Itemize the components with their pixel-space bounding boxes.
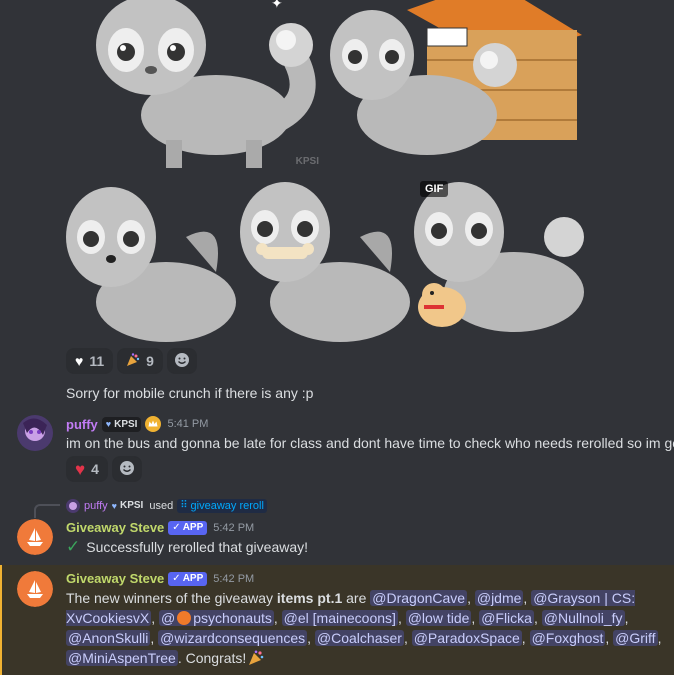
checkmark-icon: ✓ xyxy=(172,573,181,584)
winners-outro: . Congrats! xyxy=(177,650,247,666)
add-reaction-button[interactable] xyxy=(166,348,197,374)
guild-tag-label: KPSI xyxy=(120,500,144,511)
mention[interactable]: @MiniAspenTree xyxy=(66,650,178,666)
command-link[interactable]: ⠿ giveaway reroll xyxy=(177,498,267,513)
gallery-image-5[interactable]: GIF xyxy=(414,177,584,343)
add-reaction-icon xyxy=(119,460,135,479)
add-reaction-icon xyxy=(174,352,190,371)
mention-at: @ xyxy=(161,610,176,626)
avatar-puffy[interactable] xyxy=(17,415,53,451)
mention[interactable]: @jdme xyxy=(474,590,524,606)
used-label: used xyxy=(149,499,174,512)
bot1-message-text: Successfully rerolled that giveaway! xyxy=(86,539,309,555)
winners-intro: The new winners of the giveaway xyxy=(66,590,277,606)
slash-command-icon: ⠿ xyxy=(180,500,188,511)
mention[interactable]: @ParadoxSpace xyxy=(411,630,522,646)
svg-text:✦: ✦ xyxy=(271,0,283,11)
app-tag: ✓ APP xyxy=(168,571,208,586)
mention[interactable]: @DragonCave xyxy=(370,590,468,606)
puffy-message-text: im on the bus and gonna be late for clas… xyxy=(66,435,674,451)
mention[interactable]: @Griff xyxy=(613,630,658,646)
creature-art-3 xyxy=(66,177,236,343)
mention[interactable]: @low tide xyxy=(405,610,472,626)
red-heart-icon: ♥ xyxy=(75,459,86,479)
gallery-image-2[interactable] xyxy=(327,0,584,170)
gif-badge: GIF xyxy=(420,181,449,197)
giveaway-name: items pt.1 xyxy=(276,590,343,606)
guild-tag-label: KPSI xyxy=(114,418,138,430)
watermark-text: KPSI xyxy=(295,156,319,167)
command-user[interactable]: puffy xyxy=(84,500,108,512)
creature-bone-art xyxy=(240,177,410,343)
green-check-icon: ✓ xyxy=(66,537,81,556)
timestamp: 5:41 PM xyxy=(167,418,209,430)
are-text: are xyxy=(342,590,371,606)
creature-puppy-art xyxy=(414,177,584,343)
mention[interactable]: @Nullnoli_fy xyxy=(541,610,625,626)
app-tag: ✓ APP xyxy=(168,520,208,535)
gallery-image-3[interactable] xyxy=(66,177,236,343)
gallery-image-1[interactable]: ✦ KPSI xyxy=(66,0,323,170)
reactions-row-2: ♥ 4 xyxy=(66,456,142,482)
username-giveaway-steve[interactable]: Giveaway Steve xyxy=(66,520,164,535)
message-caption: Sorry for mobile crunch if there is any … xyxy=(66,385,314,401)
bot1-header: Giveaway Steve ✓ APP 5:42 PM xyxy=(66,520,254,535)
puffy-header: puffy ♥ KPSI 5:41 PM xyxy=(66,416,208,432)
winners-message: The new winners of the giveaway items pt… xyxy=(66,588,666,671)
bot2-header: Giveaway Steve ✓ APP 5:42 PM xyxy=(66,571,254,586)
mini-avatar-puffy[interactable] xyxy=(66,498,80,513)
heart-guild-icon: ♥ xyxy=(105,419,112,429)
command-usage: puffy ♥ KPSI used ⠿ giveaway reroll xyxy=(66,498,267,513)
app-tag-label: APP xyxy=(182,573,204,584)
mention-with-icon[interactable]: @ psychonauts xyxy=(159,610,274,626)
gallery-image-4[interactable] xyxy=(240,177,410,343)
command-name: giveaway reroll xyxy=(190,499,264,512)
username-puffy[interactable]: puffy xyxy=(66,417,98,432)
fluffy-creature-art: ✦ xyxy=(66,0,323,170)
guild-tag[interactable]: ♥ KPSI xyxy=(101,416,142,432)
avatar-giveaway-steve[interactable] xyxy=(17,519,53,555)
crown-badge-icon xyxy=(145,416,162,432)
timestamp: 5:42 PM xyxy=(213,521,255,534)
bot1-text-line: ✓ Successfully rerolled that giveaway! xyxy=(66,537,308,557)
party-popper-icon xyxy=(248,650,264,671)
mention[interactable]: @Foxghost xyxy=(529,630,606,646)
heart-guild-icon: ♥ xyxy=(111,500,117,511)
reaction-red-heart[interactable]: ♥ 4 xyxy=(66,456,108,482)
party-popper-icon xyxy=(126,353,140,369)
mention[interactable]: @Flicka xyxy=(479,610,534,626)
mention-highlight-bar xyxy=(0,565,2,675)
creature-doghouse-art xyxy=(327,0,584,170)
app-tag-label: APP xyxy=(182,522,204,533)
mention[interactable]: @wizardconsequences xyxy=(158,630,308,646)
timestamp: 5:42 PM xyxy=(213,572,255,585)
mention-name: psychonauts xyxy=(193,610,272,626)
white-heart-icon: ♥ xyxy=(75,353,84,369)
reactions-row: ♥ 11 9 xyxy=(66,348,197,374)
reaction-count: 11 xyxy=(89,353,105,369)
username-giveaway-steve[interactable]: Giveaway Steve xyxy=(66,571,164,586)
reaction-count: 9 xyxy=(146,353,154,369)
mention[interactable]: @el [mainecoons] xyxy=(281,610,398,626)
reaction-white-heart[interactable]: ♥ 11 xyxy=(66,348,114,374)
reaction-party-popper[interactable]: 9 xyxy=(117,348,163,374)
checkmark-icon: ✓ xyxy=(172,522,181,533)
avatar-giveaway-steve[interactable] xyxy=(17,571,53,607)
reaction-count: 4 xyxy=(91,461,99,477)
fish-icon xyxy=(177,611,192,625)
reply-connector xyxy=(34,504,60,518)
mention[interactable]: @Coalchaser xyxy=(314,630,404,646)
add-reaction-button[interactable] xyxy=(111,456,142,482)
guild-tag[interactable]: ♥ KPSI xyxy=(110,498,146,513)
mention[interactable]: @AnonSkulli xyxy=(66,630,151,646)
